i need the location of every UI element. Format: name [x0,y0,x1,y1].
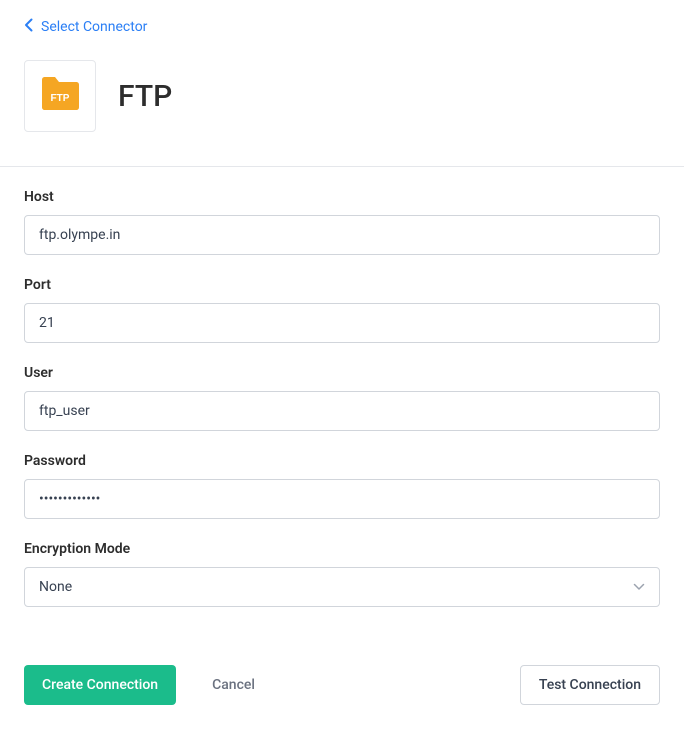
host-input[interactable] [24,215,660,255]
chevron-left-icon [24,18,41,36]
back-to-connectors[interactable]: Select Connector [0,0,684,48]
button-row: Create Connection Cancel Test Connection [0,629,684,729]
user-input[interactable] [24,391,660,431]
encryption-select[interactable]: None [24,567,660,607]
encryption-label: Encryption Mode [24,541,660,557]
port-field-group: Port [24,277,660,343]
back-label: Select Connector [41,19,147,35]
connector-header: FTP FTP [0,48,684,166]
user-field-group: User [24,365,660,431]
connector-icon-box: FTP [24,60,96,132]
password-input[interactable] [24,479,660,519]
port-label: Port [24,277,660,293]
user-label: User [24,365,660,381]
host-field-group: Host [24,189,660,255]
svg-text:FTP: FTP [51,93,70,104]
cancel-button[interactable]: Cancel [194,665,273,705]
password-label: Password [24,453,660,469]
host-label: Host [24,189,660,205]
password-field-group: Password [24,453,660,519]
test-connection-button[interactable]: Test Connection [520,665,660,705]
connection-form: Host Port User Password Encryption Mode … [0,167,684,607]
create-connection-button[interactable]: Create Connection [24,665,176,705]
encryption-field-group: Encryption Mode None [24,541,660,607]
ftp-folder-icon: FTP [40,76,80,116]
encryption-selected-value: None [39,579,72,595]
port-input[interactable] [24,303,660,343]
chevron-down-icon [633,579,645,595]
page-title: FTP [118,79,172,114]
